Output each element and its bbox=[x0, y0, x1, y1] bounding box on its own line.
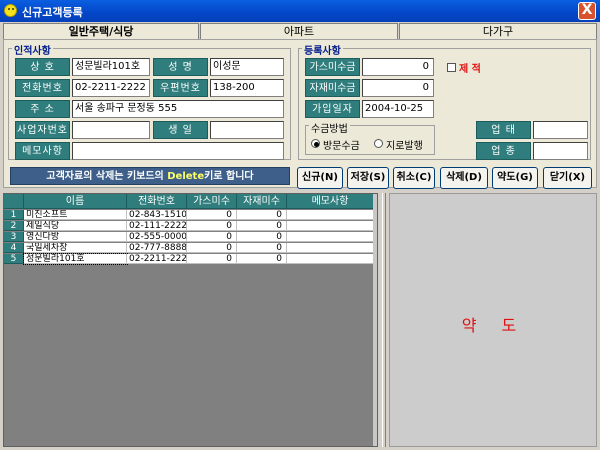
new-button[interactable]: 신규(N) bbox=[297, 167, 343, 189]
row-number[interactable]: 3 bbox=[4, 232, 24, 242]
exclude-label: 제 적 bbox=[459, 64, 481, 75]
birthday-label: 생 일 bbox=[153, 121, 208, 139]
grid-header-phone[interactable]: 전화번호 bbox=[127, 194, 187, 209]
memo-input[interactable] bbox=[72, 142, 284, 160]
zip-code-label: 우편번호 bbox=[153, 79, 208, 97]
notice-suffix: 키로 합니다 bbox=[204, 171, 254, 182]
map-button[interactable]: 약도(G) bbox=[492, 167, 538, 189]
payment-visit-label: 방문수금 bbox=[323, 141, 360, 152]
table-cell-name[interactable]: 국일세차장 bbox=[24, 243, 127, 253]
memo-label: 메모사항 bbox=[15, 142, 70, 160]
cancel-button[interactable]: 취소(C) bbox=[393, 167, 435, 189]
table-cell-gas[interactable]: 0 bbox=[187, 232, 237, 242]
title-bar: 신규고객등록 X bbox=[0, 0, 600, 22]
table-cell-gas[interactable]: 0 bbox=[187, 210, 237, 220]
registration-title: 등록사항 bbox=[302, 42, 343, 57]
table-cell-material[interactable]: 0 bbox=[237, 221, 287, 231]
row-number[interactable]: 1 bbox=[4, 210, 24, 220]
map-title: 약 도 bbox=[461, 316, 527, 335]
grid-header-name[interactable]: 이름 bbox=[24, 194, 127, 209]
business-number-label: 사업자번호 bbox=[15, 121, 70, 139]
material-receivable-label: 자재미수금 bbox=[305, 79, 360, 97]
table-cell-phone[interactable]: 02-843-1510 bbox=[127, 210, 187, 220]
window-title: 신규고객등록 bbox=[22, 6, 83, 19]
table-cell-gas[interactable]: 0 bbox=[187, 243, 237, 253]
table-cell-phone[interactable]: 02-111-2222 bbox=[127, 221, 187, 231]
phone-input[interactable]: 02-2211-2222 bbox=[72, 79, 150, 97]
row-number[interactable]: 5 bbox=[4, 254, 24, 264]
tab-apartment[interactable]: 아파트 bbox=[200, 23, 398, 39]
row-number[interactable]: 2 bbox=[4, 221, 24, 231]
table-cell-memo[interactable] bbox=[287, 221, 374, 231]
table-cell-memo[interactable] bbox=[287, 210, 374, 220]
company-name-input[interactable]: 성문빌라101호 bbox=[72, 58, 150, 76]
owner-name-input[interactable]: 이성문 bbox=[210, 58, 284, 76]
table-cell-material[interactable]: 0 bbox=[237, 210, 287, 220]
row-number[interactable]: 4 bbox=[4, 243, 24, 253]
address-input[interactable]: 서울 송파구 문정동 555 bbox=[72, 100, 284, 118]
grid-header-gas[interactable]: 가스미수 bbox=[187, 194, 237, 209]
table-cell-phone[interactable]: 02-2211-2222 bbox=[127, 254, 187, 264]
table-cell-material[interactable]: 0 bbox=[237, 254, 287, 264]
table-cell-material[interactable]: 0 bbox=[237, 243, 287, 253]
delete-button[interactable]: 삭제(D) bbox=[440, 167, 488, 189]
table-cell-name[interactable]: 성문빌라101호 bbox=[23, 253, 128, 265]
grid-header-memo[interactable]: 메모사항 bbox=[287, 194, 374, 209]
save-button[interactable]: 저장(S) bbox=[347, 167, 389, 189]
business-type-label: 업 태 bbox=[476, 121, 531, 139]
payment-method-title: 수금방법 bbox=[309, 120, 350, 135]
personal-info-title: 인적사항 bbox=[12, 42, 53, 57]
table-cell-phone[interactable]: 02-555-0000 bbox=[127, 232, 187, 242]
map-panel: 약 도 bbox=[389, 193, 597, 447]
tab-house-restaurant[interactable]: 일반주택/식당 bbox=[3, 23, 199, 39]
gas-receivable-input[interactable]: 0 bbox=[362, 58, 434, 76]
grid-header-material[interactable]: 자재미수 bbox=[237, 194, 287, 209]
tab-multi-family[interactable]: 다가구 bbox=[399, 23, 597, 39]
payment-giro-label: 지로발행 bbox=[386, 141, 423, 152]
notice-prefix: 고객자료의 삭제는 키보드의 bbox=[46, 171, 168, 182]
app-smiley-icon bbox=[4, 4, 17, 17]
material-receivable-input[interactable]: 0 bbox=[362, 79, 434, 97]
payment-giro-radio[interactable] bbox=[374, 139, 383, 148]
delete-notice: 고객자료의 삭제는 키보드의 Delete키로 합니다 bbox=[10, 167, 290, 185]
table-cell-phone[interactable]: 02-777-8888 bbox=[127, 243, 187, 253]
table-cell-name[interactable]: 미진소프트 bbox=[24, 210, 127, 220]
window-close-button[interactable]: X bbox=[578, 2, 596, 20]
payment-visit-radio[interactable] bbox=[311, 139, 320, 148]
close-button[interactable]: 닫기(X) bbox=[543, 167, 592, 189]
business-type-input[interactable] bbox=[533, 121, 588, 139]
table-cell-gas[interactable]: 0 bbox=[187, 221, 237, 231]
company-name-label: 상 호 bbox=[15, 58, 70, 76]
table-cell-memo[interactable] bbox=[287, 254, 374, 264]
exclude-checkbox[interactable] bbox=[447, 63, 456, 72]
join-date-label: 가입일자 bbox=[305, 100, 360, 118]
table-cell-memo[interactable] bbox=[287, 232, 374, 242]
table-cell-gas[interactable]: 0 bbox=[187, 254, 237, 264]
table-cell-name[interactable]: 영신다방 bbox=[24, 232, 127, 242]
gas-receivable-label: 가스미수금 bbox=[305, 58, 360, 76]
phone-label: 전화번호 bbox=[15, 79, 70, 97]
notice-key: Delete bbox=[167, 171, 205, 182]
business-item-label: 업 종 bbox=[476, 142, 531, 160]
address-label: 주 소 bbox=[15, 100, 70, 118]
table-cell-name[interactable]: 제일식당 bbox=[24, 221, 127, 231]
owner-name-label: 성 명 bbox=[153, 58, 208, 76]
table-cell-material[interactable]: 0 bbox=[237, 232, 287, 242]
table-cell-memo[interactable] bbox=[287, 243, 374, 253]
business-number-input[interactable] bbox=[72, 121, 150, 139]
grid-corner bbox=[4, 194, 24, 209]
grid-scrollbar[interactable] bbox=[373, 194, 377, 446]
customer-grid: 이름 전화번호 가스미수 자재미수 메모사항 1 미진소프트 02-843-15… bbox=[3, 193, 378, 447]
business-item-input[interactable] bbox=[533, 142, 588, 160]
splitter[interactable] bbox=[382, 193, 386, 447]
zip-code-input[interactable]: 138-200 bbox=[210, 79, 284, 97]
join-date-input[interactable]: 2004-10-25 bbox=[362, 100, 434, 118]
birthday-input[interactable] bbox=[210, 121, 284, 139]
